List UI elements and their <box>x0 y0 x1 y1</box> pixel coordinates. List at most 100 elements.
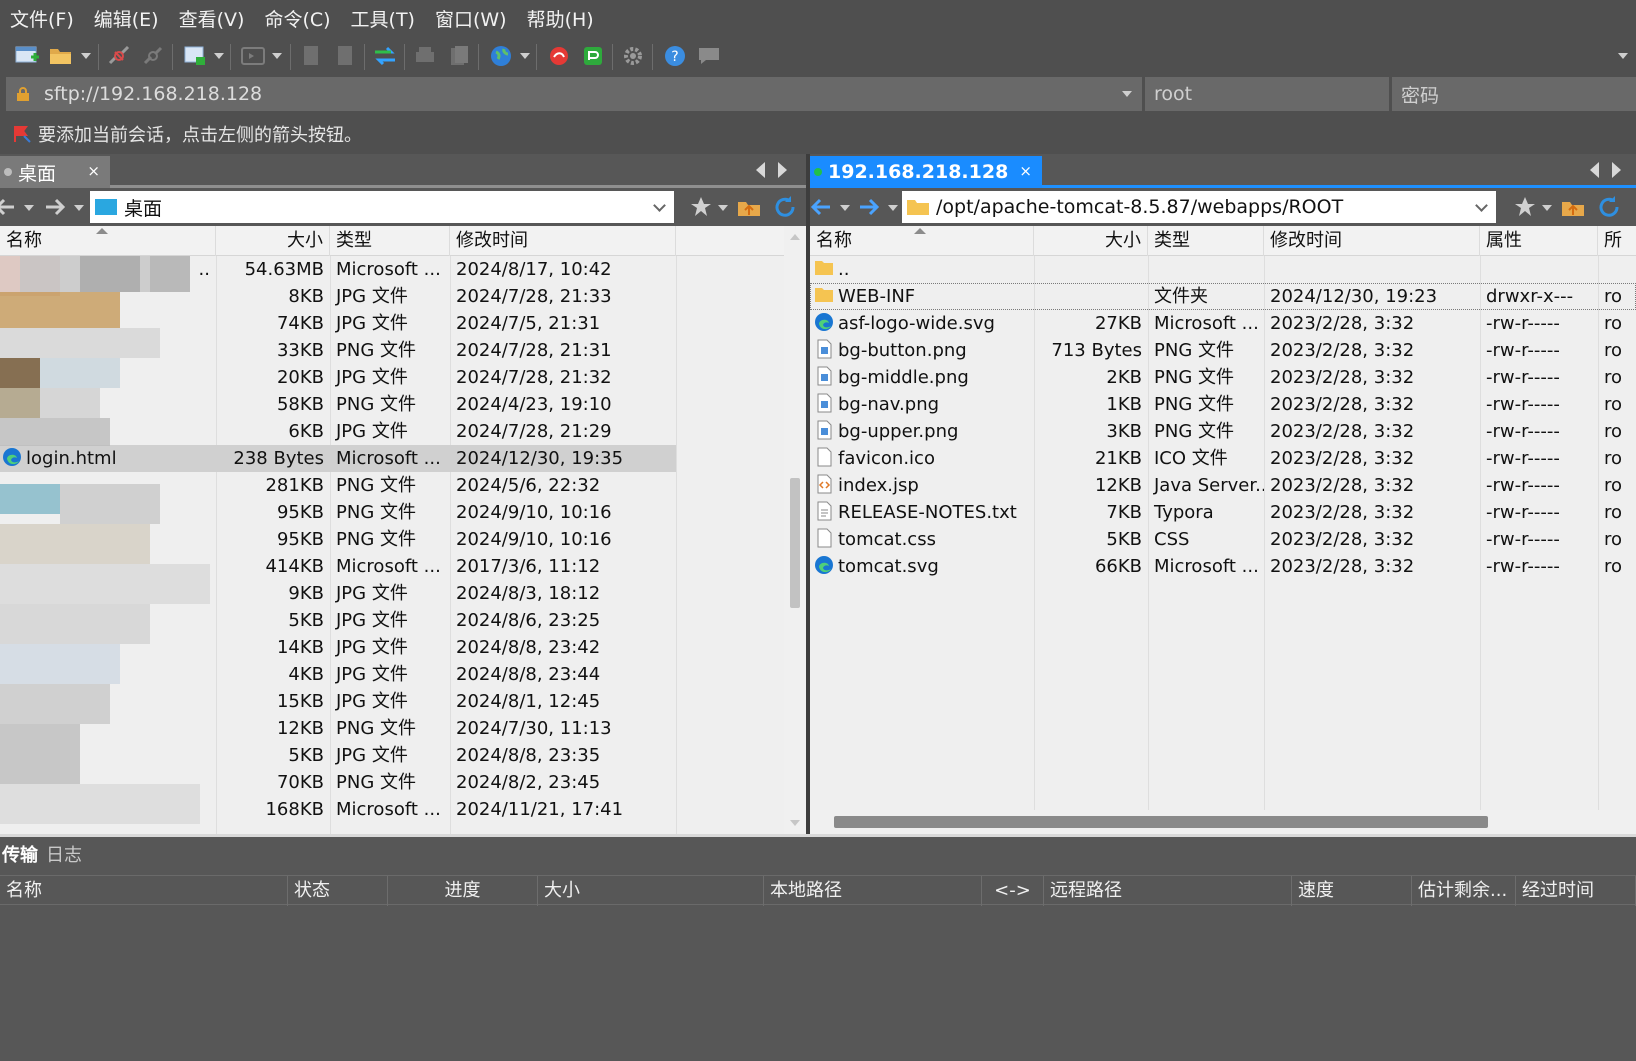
menu-edit[interactable]: 编辑(E) <box>92 5 161 32</box>
open-folder-icon[interactable] <box>46 41 76 71</box>
col-owner[interactable]: 所 <box>1598 226 1636 256</box>
password-field[interactable]: 密码 <box>1392 77 1636 111</box>
menu-commands[interactable]: 命令(C) <box>262 5 332 32</box>
table-row[interactable]: tomcat.css 5KB CSS 2023/2/28, 3:32 -rw-r----… <box>810 526 1636 553</box>
col-size[interactable]: 大小 <box>1034 226 1148 256</box>
move-file-icon[interactable] <box>330 41 360 71</box>
reconnect-icon[interactable] <box>138 41 168 71</box>
menu-file[interactable]: 文件(F) <box>8 5 76 32</box>
table-row[interactable]: RELEASE-NOTES.txt 7KB Typora 2023/2/28, 3:3… <box>810 499 1636 526</box>
gear-icon[interactable] <box>618 41 648 71</box>
print-icon[interactable] <box>410 41 440 71</box>
table-row[interactable]: index.jsp 12KB Java Server... 2023/2/28, 3:… <box>810 472 1636 499</box>
host-input[interactable]: sftp://192.168.218.128 <box>6 77 1142 111</box>
table-row[interactable]: bg-button.png 713 Bytes PNG 文件 2023/2/28, 3… <box>810 337 1636 364</box>
disconnect-icon[interactable] <box>104 41 134 71</box>
remote-list-header: 名称 大小 类型 修改时间 属性 所 <box>810 226 1636 256</box>
back-icon[interactable] <box>808 194 836 220</box>
paste-icon[interactable] <box>444 41 474 71</box>
sync-browse-icon[interactable] <box>180 41 210 71</box>
favorites-star-icon[interactable] <box>1512 194 1540 220</box>
tab-scroll-arrows[interactable] <box>752 162 792 180</box>
local-vertical-scrollbar[interactable] <box>784 226 806 834</box>
qcol-name[interactable]: 名称 <box>0 876 288 906</box>
tab-remote-host[interactable]: 192.168.218.128 × <box>810 156 1042 188</box>
refresh-icon[interactable] <box>772 194 800 220</box>
chevron-down-icon[interactable] <box>214 53 224 59</box>
qcol-progress[interactable]: 进度 <box>388 876 538 906</box>
chevron-down-icon[interactable] <box>1475 199 1488 212</box>
qcol-remote-path[interactable]: 远程路径 <box>1044 876 1292 906</box>
chevron-down-icon[interactable] <box>81 53 91 59</box>
remote-horizontal-scrollbar[interactable] <box>810 810 1636 834</box>
forward-icon[interactable] <box>42 194 70 220</box>
chevron-down-icon[interactable] <box>1542 205 1552 211</box>
chevron-down-icon[interactable] <box>24 205 34 211</box>
col-type[interactable]: 类型 <box>1148 226 1264 256</box>
qcol-speed[interactable]: 速度 <box>1292 876 1412 906</box>
chevron-down-icon[interactable] <box>653 199 666 212</box>
chevron-down-icon[interactable] <box>1618 53 1628 59</box>
bookmark-flag-icon[interactable] <box>12 124 32 144</box>
chevron-down-icon[interactable] <box>74 205 84 211</box>
forward-icon[interactable] <box>856 194 884 220</box>
favorites-star-icon[interactable] <box>688 194 716 220</box>
transfer-icon[interactable] <box>370 41 400 71</box>
new-session-icon[interactable] <box>12 41 42 71</box>
tab-scroll-arrows[interactable] <box>1586 162 1626 180</box>
chevron-down-icon[interactable] <box>520 53 530 59</box>
tab-log[interactable]: 日志 <box>44 841 88 867</box>
tab-transfers[interactable]: 传输 <box>0 841 44 867</box>
help-icon[interactable]: ? <box>660 41 690 71</box>
qcol-status[interactable]: 状态 <box>288 876 388 906</box>
chevron-down-icon[interactable] <box>718 205 728 211</box>
close-icon[interactable]: × <box>87 162 100 180</box>
col-modified[interactable]: 修改时间 <box>450 226 676 256</box>
qcol-direction[interactable]: <-> <box>982 876 1044 906</box>
chevron-down-icon[interactable] <box>1122 91 1132 97</box>
terminal-icon[interactable] <box>238 41 268 71</box>
address-bar: sftp://192.168.218.128 root 密码 <box>0 74 1636 114</box>
table-row[interactable]: bg-middle.png 2KB PNG 文件 2023/2/28, 3:32 -rw… <box>810 364 1636 391</box>
chat-icon[interactable] <box>694 41 724 71</box>
back-icon[interactable] <box>0 194 20 220</box>
netsarang-green-icon[interactable] <box>578 41 608 71</box>
scrollbar-thumb[interactable] <box>790 478 800 608</box>
chevron-down-icon[interactable] <box>272 53 282 59</box>
remote-path-input[interactable]: /opt/apache-tomcat-8.5.87/webapps/ROOT <box>902 191 1496 223</box>
qcol-elapsed[interactable]: 经过时间 <box>1516 876 1636 906</box>
copy-file-icon[interactable] <box>296 41 326 71</box>
col-modified[interactable]: 修改时间 <box>1264 226 1480 256</box>
menu-window[interactable]: 窗口(W) <box>433 5 509 32</box>
table-row[interactable]: bg-upper.png 3KB PNG 文件 2023/2/28, 3:32 -rw-… <box>810 418 1636 445</box>
col-size[interactable]: 大小 <box>216 226 330 256</box>
menu-help[interactable]: 帮助(H) <box>525 5 596 32</box>
col-attributes[interactable]: 属性 <box>1480 226 1598 256</box>
col-type[interactable]: 类型 <box>330 226 450 256</box>
refresh-icon[interactable] <box>1596 194 1624 220</box>
close-icon[interactable]: × <box>1019 162 1032 180</box>
table-row[interactable]: tomcat.svg 66KB Microsoft ... 2023/2/28, 3:… <box>810 553 1636 580</box>
table-row[interactable]: bg-nav.png 1KB PNG 文件 2023/2/28, 3:32 -rw-r-… <box>810 391 1636 418</box>
username-field[interactable]: root <box>1145 77 1389 111</box>
redacted-names <box>0 256 215 834</box>
tab-desktop[interactable]: 桌面 × <box>0 156 110 188</box>
qcol-eta[interactable]: 估计剩余... <box>1412 876 1516 906</box>
table-row[interactable]: favicon.ico 21KB ICO 文件 2023/2/28, 3:32 -rw-… <box>810 445 1636 472</box>
parent-folder-icon[interactable] <box>736 194 764 220</box>
menu-view[interactable]: 查看(V) <box>177 5 247 32</box>
qcol-size[interactable]: 大小 <box>538 876 764 906</box>
globe-icon[interactable] <box>486 41 516 71</box>
table-row[interactable]: WEB-INF 文件夹 2024/12/30, 19:23 drwxr-x--- ro <box>810 283 1636 310</box>
chevron-down-icon[interactable] <box>888 205 898 211</box>
local-path-input[interactable]: 桌面 <box>90 191 674 223</box>
scrollbar-thumb[interactable] <box>834 816 1488 828</box>
table-row[interactable]: asf-logo-wide.svg 27KB Microsoft ... 2023/2… <box>810 310 1636 337</box>
parent-folder-icon[interactable] <box>1560 194 1588 220</box>
table-row[interactable]: .. <box>810 256 1636 283</box>
netsarang-red-icon[interactable] <box>544 41 574 71</box>
chevron-down-icon[interactable] <box>840 205 850 211</box>
qcol-local-path[interactable]: 本地路径 <box>764 876 982 906</box>
col-name[interactable]: 名称 <box>0 226 216 256</box>
menu-tools[interactable]: 工具(T) <box>349 5 417 32</box>
